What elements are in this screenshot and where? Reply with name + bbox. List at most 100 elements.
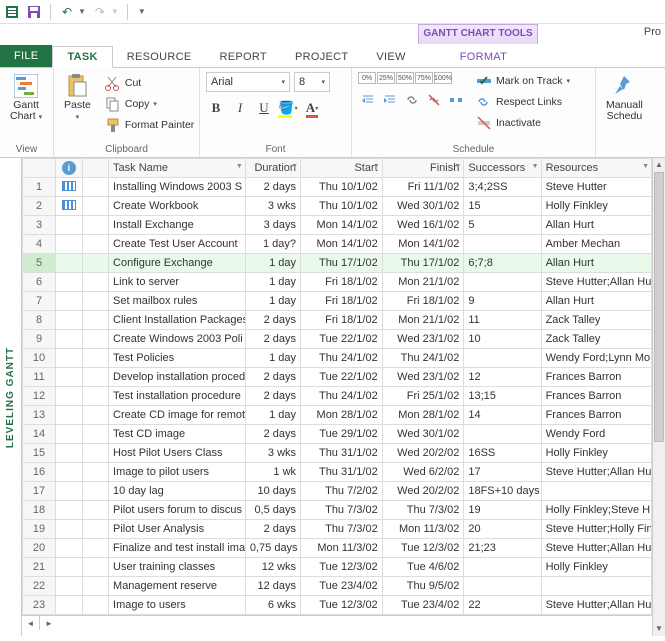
cell-task-mode[interactable]	[82, 349, 108, 368]
cell-resources[interactable]: Frances Barron	[541, 387, 651, 406]
cell-indicators[interactable]	[56, 444, 82, 463]
respect-links-button[interactable]: Respect Links	[472, 93, 574, 111]
tab-project[interactable]: PROJECT	[281, 47, 362, 67]
cell-duration[interactable]: 3 wks	[245, 197, 300, 216]
cell-task-name[interactable]: Host Pilot Users Class	[109, 444, 246, 463]
cell-task-name[interactable]: User training classes	[109, 558, 246, 577]
cell-successors[interactable]: 10	[464, 330, 541, 349]
table-row[interactable]: 6Link to server1 dayFri 18/1/02Mon 21/1/…	[23, 273, 652, 292]
header-duration[interactable]: Duration▼	[245, 159, 300, 178]
cell-task-name[interactable]: Client Installation Packages	[109, 311, 246, 330]
view-bar[interactable]: LEVELING GANTT	[0, 158, 22, 636]
font-name-combo[interactable]: Arial▾	[206, 72, 290, 92]
paste-button[interactable]: Paste▾	[60, 72, 95, 125]
row-number[interactable]: 14	[23, 425, 56, 444]
cell-start[interactable]: Fri 18/1/02	[301, 273, 383, 292]
cell-successors[interactable]: 22	[464, 596, 541, 615]
cell-finish[interactable]: Wed 16/1/02	[382, 216, 464, 235]
row-number[interactable]: 2	[23, 197, 56, 216]
cell-successors[interactable]: 5	[464, 216, 541, 235]
table-row[interactable]: 16Image to pilot users1 wkThu 31/1/02Wed…	[23, 463, 652, 482]
tab-report[interactable]: REPORT	[206, 47, 281, 67]
cell-duration[interactable]: 2 days	[245, 178, 300, 197]
cell-finish[interactable]: Wed 23/1/02	[382, 330, 464, 349]
cell-task-name[interactable]: Test installation procedure	[109, 387, 246, 406]
undo-drop-icon[interactable]: ▼	[78, 7, 86, 16]
cell-resources[interactable]: Frances Barron	[541, 368, 651, 387]
cell-indicators[interactable]	[56, 596, 82, 615]
table-row[interactable]: 1Installing Windows 2003 S2 daysThu 10/1…	[23, 178, 652, 197]
row-number[interactable]: 1	[23, 178, 56, 197]
tab-format[interactable]: FORMAT	[446, 47, 521, 67]
cell-task-name[interactable]: Test Policies	[109, 349, 246, 368]
cell-indicators[interactable]	[56, 197, 82, 216]
pct-100-button[interactable]: 100%	[434, 72, 452, 84]
table-row[interactable]: 5Configure Exchange1 dayThu 17/1/02Thu 1…	[23, 254, 652, 273]
cell-successors[interactable]: 12	[464, 368, 541, 387]
scroll-track[interactable]	[653, 172, 665, 622]
cell-task-mode[interactable]	[82, 216, 108, 235]
cell-indicators[interactable]	[56, 501, 82, 520]
cell-indicators[interactable]	[56, 330, 82, 349]
cell-duration[interactable]: 12 wks	[245, 558, 300, 577]
vertical-scrollbar[interactable]: ▲ ▼	[652, 158, 665, 636]
cell-finish[interactable]: Fri 18/1/02	[382, 292, 464, 311]
cell-start[interactable]: Thu 7/3/02	[301, 501, 383, 520]
tab-resource[interactable]: RESOURCE	[113, 47, 206, 67]
cell-resources[interactable]: Steve Hutter;Allan Hu	[541, 539, 651, 558]
cell-indicators[interactable]	[56, 311, 82, 330]
cell-start[interactable]: Mon 11/3/02	[301, 539, 383, 558]
table-row[interactable]: 21 User training classes12 wksTue 12/3/02…	[23, 558, 652, 577]
cell-finish[interactable]: Wed 30/1/02	[382, 197, 464, 216]
cell-finish[interactable]: Mon 14/1/02	[382, 235, 464, 254]
row-number[interactable]: 21	[23, 558, 56, 577]
cell-resources[interactable]: Allan Hurt	[541, 254, 651, 273]
cell-task-name[interactable]: 10 day lag	[109, 482, 246, 501]
row-number[interactable]: 20	[23, 539, 56, 558]
cell-indicators[interactable]	[56, 425, 82, 444]
cell-indicators[interactable]	[56, 577, 82, 596]
cell-successors[interactable]: 18FS+10 days	[464, 482, 541, 501]
cell-indicators[interactable]	[56, 349, 82, 368]
cell-indicators[interactable]	[56, 520, 82, 539]
cell-task-name[interactable]: Installing Windows 2003 S	[109, 178, 246, 197]
cell-task-mode[interactable]	[82, 273, 108, 292]
table-row[interactable]: 22Management reserve12 daysTue 23/4/02Th…	[23, 577, 652, 596]
cell-finish[interactable]: Thu 9/5/02	[382, 577, 464, 596]
cell-task-mode[interactable]	[82, 501, 108, 520]
tab-view[interactable]: VIEW	[362, 47, 419, 67]
cell-duration[interactable]: 1 day?	[245, 235, 300, 254]
cell-resources[interactable]: Wendy Ford	[541, 425, 651, 444]
cell-finish[interactable]: Mon 21/1/02	[382, 311, 464, 330]
cell-duration[interactable]: 2 days	[245, 311, 300, 330]
cell-finish[interactable]: Tue 4/6/02	[382, 558, 464, 577]
cell-task-name[interactable]: Create Workbook	[109, 197, 246, 216]
cell-duration[interactable]: 0,5 days	[245, 501, 300, 520]
table-row[interactable]: 13Create CD image for remot1 dayMon 28/1…	[23, 406, 652, 425]
cell-resources[interactable]: Holly Finkley	[541, 558, 651, 577]
manually-schedule-button[interactable]: Manuall Schedu	[602, 72, 647, 124]
cell-resources[interactable]: Holly Finkley	[541, 444, 651, 463]
row-number[interactable]: 13	[23, 406, 56, 425]
cell-resources[interactable]: Allan Hurt	[541, 216, 651, 235]
cell-finish[interactable]: Wed 20/2/02	[382, 482, 464, 501]
cell-start[interactable]: Tue 12/3/02	[301, 558, 383, 577]
cell-start[interactable]: Mon 14/1/02	[301, 235, 383, 254]
header-successors[interactable]: Successors▼	[464, 159, 541, 178]
cell-start[interactable]: Tue 29/1/02	[301, 425, 383, 444]
cell-start[interactable]: Tue 22/1/02	[301, 330, 383, 349]
table-row[interactable]: 3Install Exchange3 daysMon 14/1/02Wed 16…	[23, 216, 652, 235]
cell-task-name[interactable]: Configure Exchange	[109, 254, 246, 273]
redo-drop-icon[interactable]: ▼	[111, 7, 119, 16]
cell-finish[interactable]: Wed 20/2/02	[382, 444, 464, 463]
cell-resources[interactable]: Zack Talley	[541, 330, 651, 349]
bold-button[interactable]: B	[206, 98, 226, 118]
cell-successors[interactable]	[464, 273, 541, 292]
scroll-thumb[interactable]	[654, 172, 664, 442]
cell-indicators[interactable]	[56, 292, 82, 311]
tab-task[interactable]: TASK	[52, 46, 112, 68]
cell-duration[interactable]: 3 wks	[245, 444, 300, 463]
cell-resources[interactable]: Steve Hutter	[541, 178, 651, 197]
cell-successors[interactable]	[464, 235, 541, 254]
cell-successors[interactable]	[464, 425, 541, 444]
